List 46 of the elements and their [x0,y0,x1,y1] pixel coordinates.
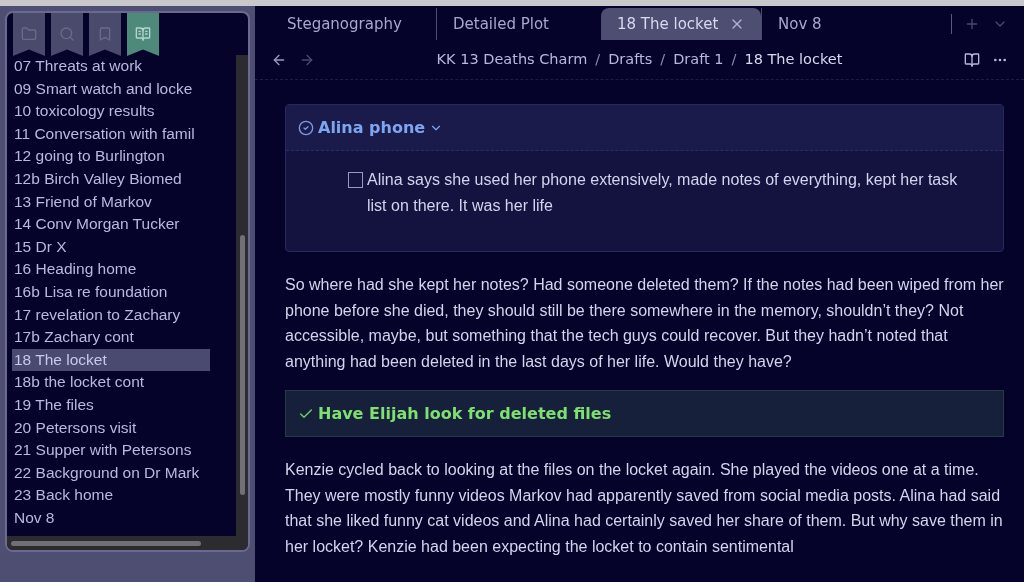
breadcrumb-item[interactable]: Draft 1 [673,48,724,71]
file-item[interactable]: 14 Conv Morgan Tucker [12,213,236,236]
task-text: Alina says she used her phone extensively, made notes of everything, kept her task list on there. It was her life [367,170,959,216]
reading-view-icon[interactable] [964,51,980,68]
sidebar-tab[interactable] [127,13,159,56]
file-item[interactable]: 15 Dr X [12,235,236,259]
separator: / [731,49,737,69]
file-item[interactable]: 12b Birch Valley Biomed [12,167,236,191]
paragraph: Kenzie cycled back to looking at the files on the locket again. She played the videos one at a time. They were mostly funny videos Markov had apparently saved from social media posts. Alina had said that she liked funny cat videos and Alina had certainly saved her share of them. But why save them in her locket? Kenzie had been expecting the locket to contain sentimental [285,460,1004,557]
file-item[interactable]: 21 Supper with Petersons [12,439,236,462]
file-item[interactable]: 09 Smart watch and locke [12,77,236,101]
tab[interactable]: Nov 8 [761,8,926,40]
file-item[interactable]: 11 Conversation with famil [12,122,236,146]
scrollbar[interactable] [7,536,248,550]
file-item[interactable]: 16 Heading home [12,258,236,281]
file-item[interactable]: 17b Zachary cont [12,326,236,349]
callout-title[interactable]: Alina phone [318,115,426,140]
paragraph: So where had she kept her notes? Had someone deleted them? If the notes had been wiped from her phone before she died, they should still be there somewhere in the memory, shouldn’t they? Not accessible, maybe, but something that the tech guys could recover. But they hadn’t noted that anything had been deleted in the last days of her life. Would they have? [285,275,1004,372]
file-item[interactable]: 20 Petersons visit [12,416,236,440]
callout-title: Have Elijah look for deleted files [318,402,612,425]
file-item[interactable]: 07 Threats at work [12,55,236,78]
file-item[interactable]: 18 The locket [12,348,210,372]
breadcrumb-item[interactable]: KK 13 Deaths Charm [436,48,588,71]
file-item[interactable]: 16b Lisa re foundation [12,280,236,304]
file-item[interactable]: 18b the locket cont [12,371,236,394]
book-icon [135,26,151,42]
tab[interactable]: 18 The locket [601,8,761,40]
file-item[interactable]: 10 toxicology results [12,100,236,123]
search-icon [59,26,75,42]
folder-icon [21,26,37,42]
file-item[interactable]: 19 The files [12,393,236,417]
checkbox[interactable] [348,172,363,188]
scrollbar[interactable] [236,55,248,536]
file-item[interactable]: 22 Background on Dr Mark [12,461,236,485]
separator: / [595,49,601,69]
separator: / [660,49,666,69]
file-item[interactable]: 17 revelation to Zachary [12,303,236,327]
file-item[interactable]: 13 Friend of Markov [12,190,236,214]
file-item[interactable]: Nov 8 [12,506,236,530]
breadcrumb-item[interactable]: 18 The locket [744,48,843,71]
file-item[interactable]: 12 going to Burlington [12,145,236,168]
tab[interactable]: Steganography [271,8,436,40]
bookmark-icon [97,26,113,42]
check-circle-icon [298,119,314,136]
breadcrumb-item[interactable]: Drafts [608,48,653,71]
file-item[interactable]: 23 Back home [12,484,236,507]
